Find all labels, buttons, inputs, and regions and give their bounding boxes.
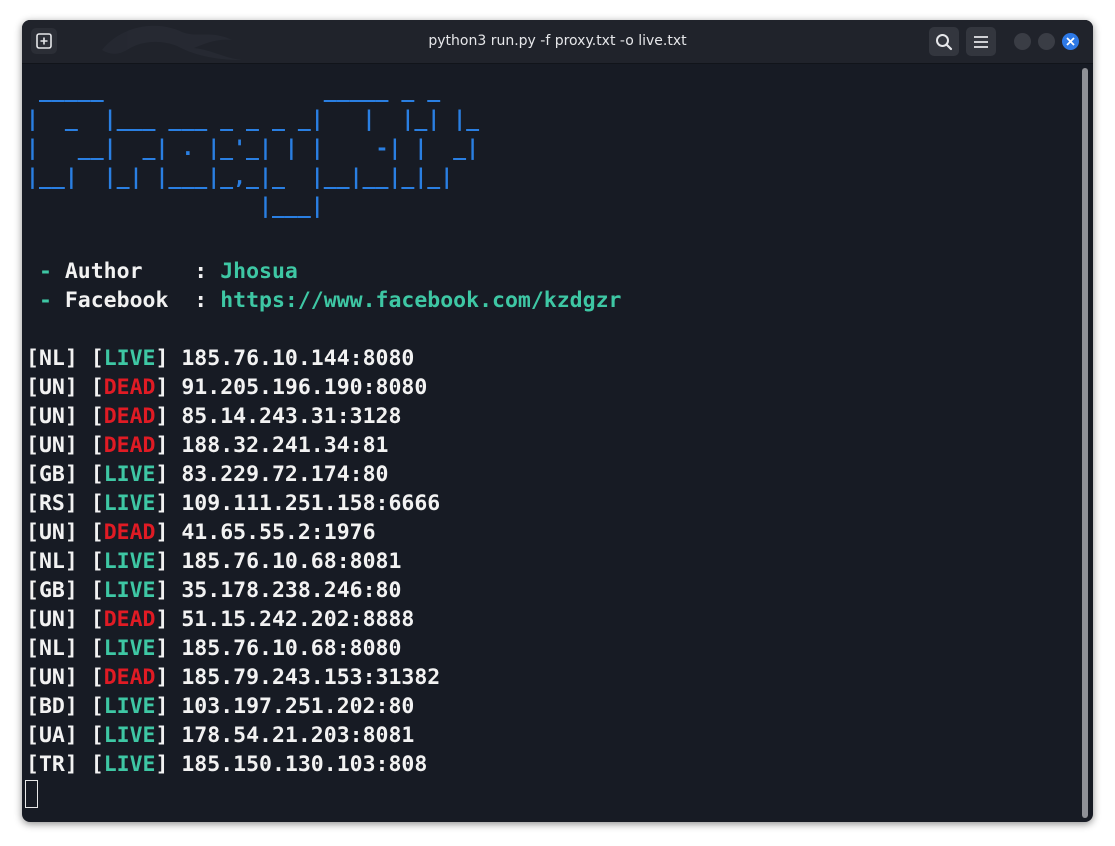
- proxy-address: 185.150.130.103:808: [181, 752, 428, 777]
- status-live: LIVE: [103, 491, 156, 516]
- result-row: [NL] [LIVE] 185.76.10.68:8081: [26, 549, 402, 574]
- country-code: BD: [38, 694, 65, 719]
- status-live: LIVE: [103, 752, 156, 777]
- author-label: Author: [64, 259, 195, 284]
- status-dead: DEAD: [103, 433, 156, 458]
- proxy-address: 185.76.10.68:8080: [181, 636, 402, 661]
- plus-square-icon: [36, 33, 52, 49]
- bullet: -: [26, 259, 65, 284]
- result-row: [BD] [LIVE] 103.197.251.202:80: [26, 694, 415, 719]
- facebook-line: - Facebook : https://www.facebook.com/kz…: [26, 286, 622, 315]
- status-live: LIVE: [103, 346, 156, 371]
- status-live: LIVE: [103, 578, 156, 603]
- status-live: LIVE: [103, 723, 156, 748]
- banner-line: |___|: [26, 194, 324, 219]
- result-row: [GB] [LIVE] 83.229.72.174:80: [26, 462, 389, 487]
- status-live: LIVE: [103, 694, 156, 719]
- terminal-output[interactable]: _____ _____ _ _ | _ |___ ___ _ _ _ _| | …: [22, 64, 1080, 822]
- status-live: LIVE: [103, 636, 156, 661]
- proxy-address: 185.79.243.153:31382: [181, 665, 441, 690]
- result-row: [UN] [DEAD] 41.65.55.2:1976: [26, 520, 376, 545]
- proxy-address: 188.32.241.34:81: [181, 433, 389, 458]
- kali-dragon-icon: [102, 25, 242, 60]
- separator: :: [194, 259, 221, 284]
- result-row: [UA] [LIVE] 178.54.21.203:8081: [26, 723, 415, 748]
- status-dead: DEAD: [103, 665, 156, 690]
- country-code: NL: [38, 549, 65, 574]
- facebook-label: Facebook: [64, 288, 195, 313]
- country-code: UN: [38, 404, 65, 429]
- country-code: UN: [38, 520, 65, 545]
- status-dead: DEAD: [103, 404, 156, 429]
- scrollbar[interactable]: [1082, 68, 1088, 818]
- proxy-address: 109.111.251.158:6666: [181, 491, 441, 516]
- scrollbar-thumb[interactable]: [1082, 68, 1088, 818]
- result-row: [RS] [LIVE] 109.111.251.158:6666: [26, 491, 441, 516]
- result-row: [TR] [LIVE] 185.150.130.103:808: [26, 752, 428, 777]
- title-bar[interactable]: python3 run.py -f proxy.txt -o live.txt: [22, 20, 1093, 64]
- proxy-address: 91.205.196.190:8080: [181, 375, 428, 400]
- terminal-window: python3 run.py -f proxy.txt -o live.txt: [22, 20, 1093, 822]
- result-row: [UN] [DEAD] 91.205.196.190:8080: [26, 375, 428, 400]
- banner-line: | __| _| . |_'_| | | -| | _|: [26, 136, 480, 161]
- proxy-address: 85.14.243.31:3128: [181, 404, 402, 429]
- country-code: GB: [38, 578, 65, 603]
- author-value: Jhosua: [220, 259, 298, 284]
- status-live: LIVE: [103, 462, 156, 487]
- result-row: [GB] [LIVE] 35.178.238.246:80: [26, 578, 402, 603]
- status-dead: DEAD: [103, 607, 156, 632]
- proxy-address: 41.65.55.2:1976: [181, 520, 376, 545]
- author-line: - Author : Jhosua: [26, 257, 298, 286]
- search-button[interactable]: [929, 27, 959, 56]
- terminal-cursor: [25, 780, 38, 808]
- proxy-address: 185.76.10.144:8080: [181, 346, 415, 371]
- country-code: UN: [38, 665, 65, 690]
- status-dead: DEAD: [103, 375, 156, 400]
- result-row: [UN] [DEAD] 51.15.242.202:8888: [26, 607, 415, 632]
- separator: :: [194, 288, 221, 313]
- country-code: UA: [38, 723, 65, 748]
- country-code: TR: [38, 752, 65, 777]
- bullet: -: [26, 288, 65, 313]
- minimize-button[interactable]: [1014, 33, 1031, 50]
- country-code: UN: [38, 433, 65, 458]
- close-icon: [1066, 37, 1075, 46]
- banner-line: _____ _____ _ _: [26, 78, 441, 103]
- banner-line: |__| |_| |___|_,_|_ |__|__|_|_|: [26, 165, 454, 190]
- status-dead: DEAD: [103, 520, 156, 545]
- country-code: UN: [38, 607, 65, 632]
- country-code: NL: [38, 636, 65, 661]
- proxy-address: 185.76.10.68:8081: [181, 549, 402, 574]
- result-row: [UN] [DEAD] 188.32.241.34:81: [26, 433, 389, 458]
- country-code: GB: [38, 462, 65, 487]
- country-code: NL: [38, 346, 65, 371]
- status-live: LIVE: [103, 549, 156, 574]
- menu-button[interactable]: [966, 27, 996, 56]
- facebook-link[interactable]: https://www.facebook.com/kzdgzr: [220, 288, 621, 313]
- proxy-address: 83.229.72.174:80: [181, 462, 389, 487]
- maximize-button[interactable]: [1038, 33, 1055, 50]
- result-row: [UN] [DEAD] 185.79.243.153:31382: [26, 665, 441, 690]
- country-code: RS: [38, 491, 65, 516]
- new-tab-button[interactable]: [31, 28, 57, 54]
- result-row: [UN] [DEAD] 85.14.243.31:3128: [26, 404, 402, 429]
- banner-line: | _ |___ ___ _ _ _ _| | |_| |_: [26, 107, 480, 132]
- hamburger-menu-icon: [974, 35, 988, 48]
- proxy-address: 51.15.242.202:8888: [181, 607, 415, 632]
- result-row: [NL] [LIVE] 185.76.10.68:8080: [26, 636, 402, 661]
- result-row: [NL] [LIVE] 185.76.10.144:8080: [26, 346, 415, 371]
- country-code: UN: [38, 375, 65, 400]
- close-button[interactable]: [1062, 33, 1079, 50]
- search-icon: [936, 33, 953, 50]
- proxy-address: 178.54.21.203:8081: [181, 723, 415, 748]
- proxy-address: 103.197.251.202:80: [181, 694, 415, 719]
- proxy-address: 35.178.238.246:80: [181, 578, 402, 603]
